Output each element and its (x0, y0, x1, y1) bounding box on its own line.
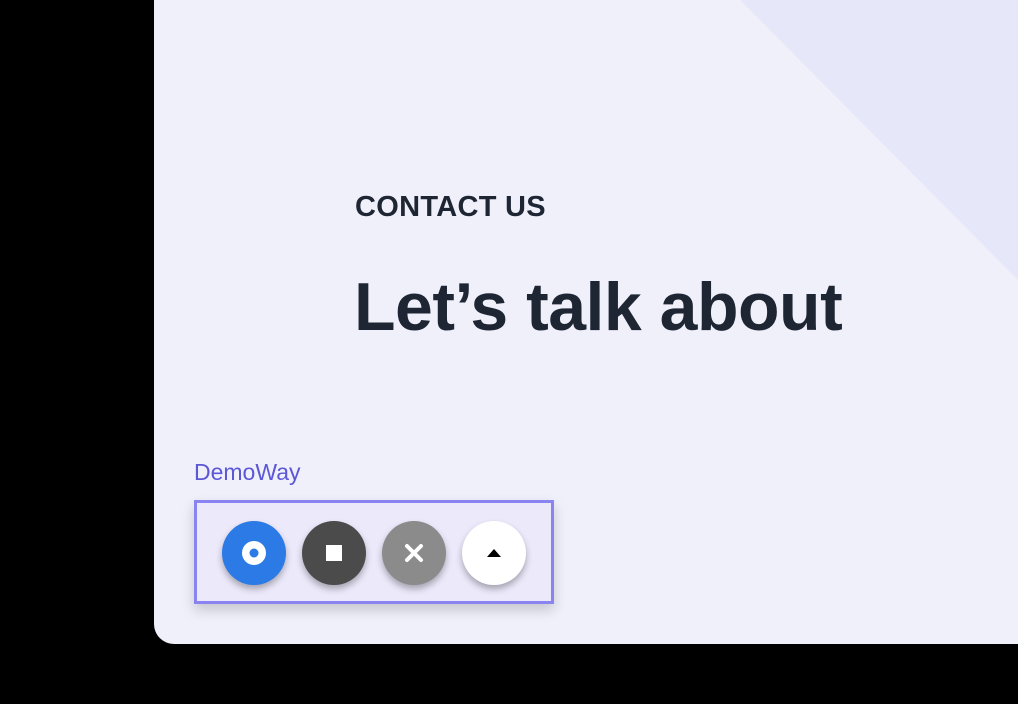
caret-up-icon (487, 549, 501, 557)
recording-toolbar (194, 500, 554, 604)
stop-icon (326, 545, 342, 561)
widget-brand-label: DemoWay (194, 459, 301, 485)
close-icon (405, 544, 423, 562)
screen: CONTACT US Let’s talk about DemoWay (0, 0, 1018, 704)
close-button[interactable] (382, 521, 446, 585)
expand-button[interactable] (462, 521, 526, 585)
record-icon (242, 541, 266, 565)
page-headline: Let’s talk about (354, 269, 843, 345)
stop-button[interactable] (302, 521, 366, 585)
record-button[interactable] (222, 521, 286, 585)
background-triangle (740, 0, 1018, 280)
section-eyebrow: CONTACT US (355, 191, 546, 223)
